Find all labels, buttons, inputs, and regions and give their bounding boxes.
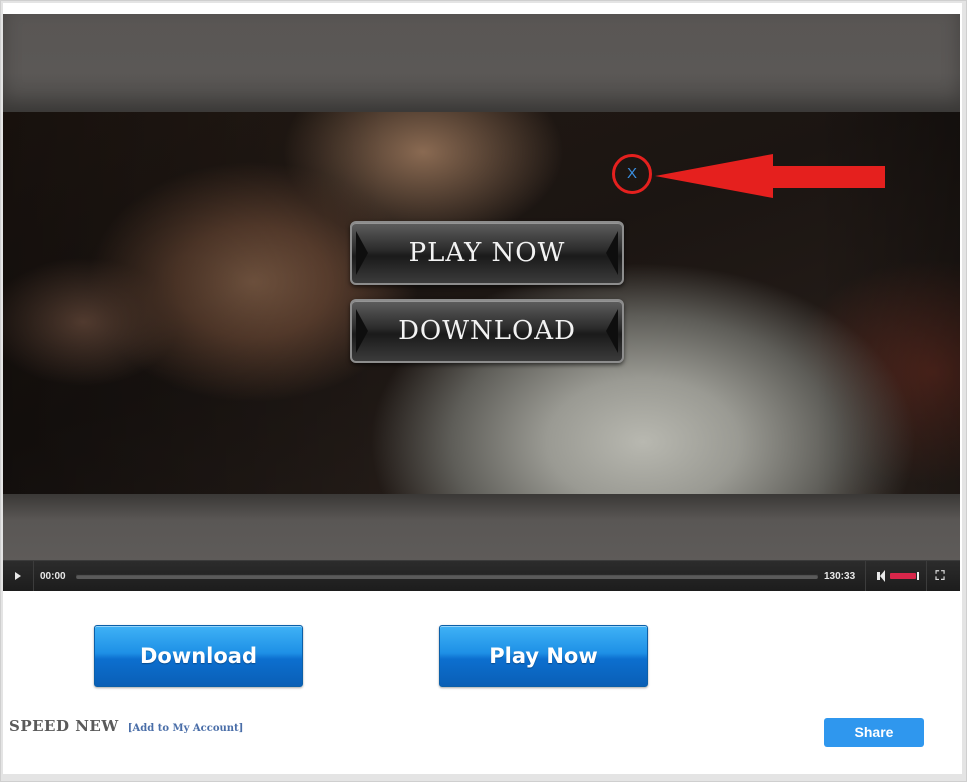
volume-control[interactable] xyxy=(865,561,927,591)
share-button[interactable]: Share xyxy=(824,718,924,747)
player-controls: 00:00 130:33 ⛶ xyxy=(3,560,960,591)
overlay-play-now-button[interactable]: PLAY NOW xyxy=(350,221,624,285)
add-to-account-link[interactable]: [Add to My Account] xyxy=(128,723,244,734)
close-icon: X xyxy=(626,165,637,182)
button-cap-right xyxy=(606,231,618,275)
seek-bar[interactable] xyxy=(76,574,818,579)
button-cap-left xyxy=(356,231,368,275)
play-icon xyxy=(15,572,21,580)
letterbox-bottom xyxy=(3,494,960,560)
volume-knob[interactable] xyxy=(917,572,919,580)
total-duration: 130:33 xyxy=(824,571,856,582)
overlay-download-label: DOWNLOAD xyxy=(398,316,576,346)
current-time: 00:00 xyxy=(40,571,66,582)
video-title-row: SPEED NEW [Add to My Account] xyxy=(9,716,243,735)
video-title: SPEED NEW xyxy=(9,717,119,735)
overlay-play-now-label: PLAY NOW xyxy=(408,238,566,268)
arrow-annotation-icon xyxy=(655,154,885,198)
button-cap-left xyxy=(356,309,368,353)
letterbox-top xyxy=(3,14,960,112)
play-pause-button[interactable] xyxy=(3,561,34,591)
fullscreen-icon[interactable]: ⛶ xyxy=(933,569,947,583)
play-now-button[interactable]: Play Now xyxy=(439,625,648,687)
close-overlay-button[interactable]: X xyxy=(612,154,652,194)
volume-icon[interactable] xyxy=(877,570,885,582)
video-player[interactable]: PLAY NOW DOWNLOAD X 00:00 130:33 ⛶ xyxy=(3,14,960,591)
button-cap-right xyxy=(606,309,618,353)
volume-slider[interactable] xyxy=(890,572,919,580)
download-button[interactable]: Download xyxy=(94,625,303,687)
overlay-download-button[interactable]: DOWNLOAD xyxy=(350,299,624,363)
